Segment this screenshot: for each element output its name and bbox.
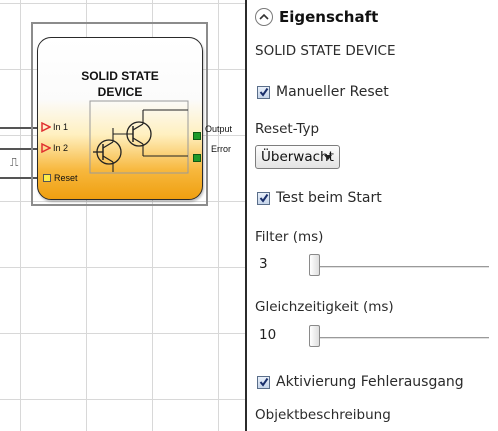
block-title: SOLID STATE DEVICE xyxy=(81,69,159,99)
panel-title: Eigenschaft xyxy=(279,8,379,26)
dropdown-arrow-icon xyxy=(324,155,332,160)
reset-type-value: Überwacht xyxy=(261,149,334,165)
collapse-up-icon xyxy=(259,13,269,20)
port-error-label: Error xyxy=(211,144,231,154)
output-port[interactable] xyxy=(193,132,201,140)
simultaneity-slider-track[interactable] xyxy=(309,337,489,338)
input-arrow-icon xyxy=(41,122,51,132)
test-start-option[interactable]: Test beim Start xyxy=(257,190,382,206)
port-in2-label: In 2 xyxy=(53,143,69,153)
error-port[interactable] xyxy=(193,154,201,162)
filter-slider-track[interactable] xyxy=(309,266,489,267)
manual-reset-option[interactable]: Manueller Reset xyxy=(257,84,389,100)
simultaneity-value: 10 xyxy=(259,327,277,343)
test-start-checkbox[interactable] xyxy=(257,191,270,205)
filter-value: 3 xyxy=(259,256,268,272)
object-description-label: Objektbeschreibung xyxy=(255,407,391,423)
properties-panel: Eigenschaft SOLID STATE DEVICE Manueller… xyxy=(247,0,498,431)
manual-reset-label: Manueller Reset xyxy=(276,84,389,100)
port-output-label: Output xyxy=(205,124,233,134)
diagram-canvas[interactable]: ⎍ SOLID STATE DEVICE In 1 In 2 Reset Out… xyxy=(0,0,245,431)
device-name: SOLID STATE DEVICE xyxy=(255,43,396,59)
collapse-button[interactable] xyxy=(255,8,273,26)
port-reset-label: Reset xyxy=(54,173,78,183)
reset-type-dropdown[interactable]: Überwacht xyxy=(255,145,340,169)
input-arrow-icon xyxy=(41,143,51,153)
filter-label: Filter (ms) xyxy=(255,229,324,245)
checkmark-icon xyxy=(259,193,268,203)
panel-header: Eigenschaft xyxy=(255,8,378,26)
simultaneity-slider-thumb[interactable] xyxy=(309,325,320,347)
reset-port[interactable] xyxy=(43,174,51,182)
error-output-label: Aktivierung Fehlerausgang xyxy=(276,374,464,390)
manual-reset-checkbox[interactable] xyxy=(257,85,270,99)
reset-type-label: Reset-Typ xyxy=(255,121,320,137)
port-in1-label: In 1 xyxy=(53,122,69,132)
transistor-icon xyxy=(89,100,189,174)
checkmark-icon xyxy=(259,377,268,387)
error-output-option[interactable]: Aktivierung Fehlerausgang xyxy=(257,374,464,390)
pulse-icon: ⎍ xyxy=(10,155,19,169)
test-start-label: Test beim Start xyxy=(276,190,382,206)
simultaneity-label: Gleichzeitigkeit (ms) xyxy=(255,299,394,315)
checkmark-icon xyxy=(259,87,268,97)
error-output-checkbox[interactable] xyxy=(257,375,270,389)
filter-slider-thumb[interactable] xyxy=(309,254,320,276)
